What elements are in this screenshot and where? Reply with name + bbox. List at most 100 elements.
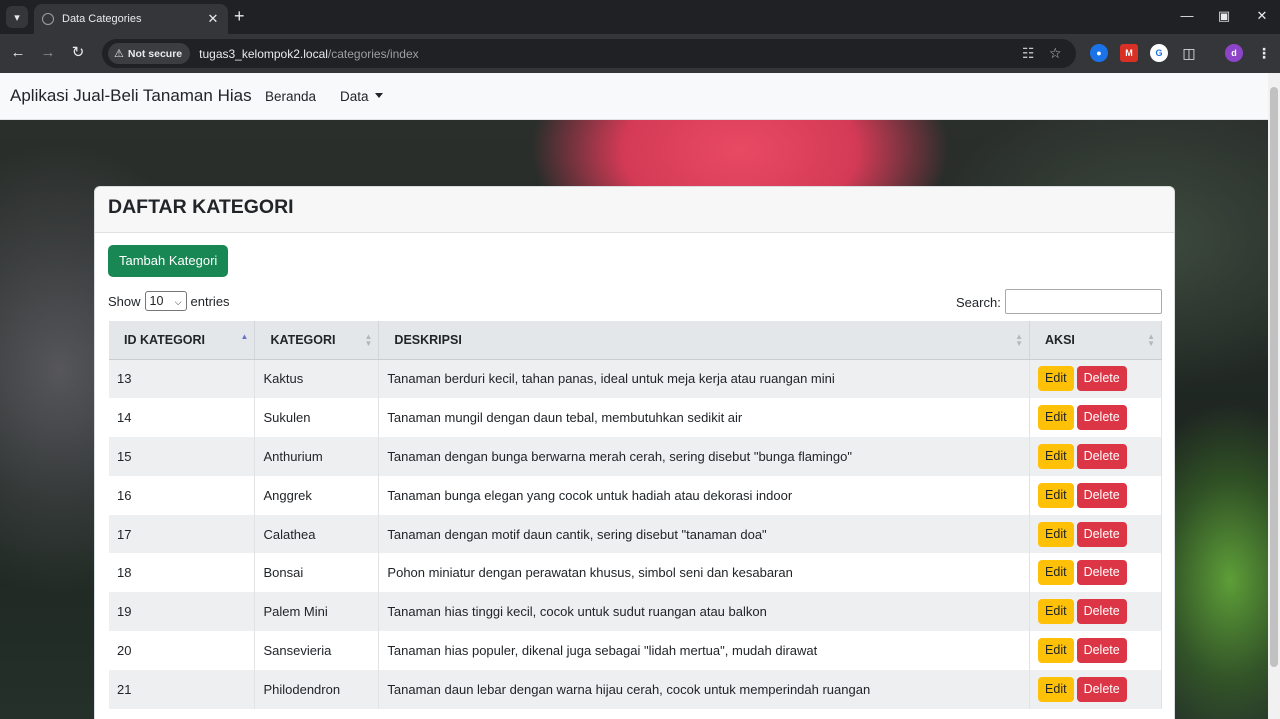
url-text[interactable]: tugas3_kelompok2.local/categories/index <box>199 47 418 61</box>
cell-kategori: Anthurium <box>254 436 380 476</box>
cell-aksi: Edit Delete <box>1029 631 1162 671</box>
globe-icon <box>42 13 54 25</box>
security-label: Not secure <box>127 47 183 60</box>
cell-aksi: Edit Delete <box>1029 592 1162 632</box>
cell-deskripsi: Pohon miniatur dengan perawatan khusus, … <box>378 553 1031 593</box>
cell-deskripsi: Tanaman dengan motif daun cantik, sering… <box>378 514 1031 554</box>
delete-button[interactable]: Delete <box>1076 560 1127 586</box>
table-row: 14 Sukulen Tanaman mungil dengan daun teba… <box>109 397 1162 437</box>
edit-button[interactable]: Edit <box>1038 443 1074 469</box>
warning-icon: ⚠ <box>114 48 124 60</box>
cell-aksi: Edit Delete <box>1029 514 1162 554</box>
maximize-icon[interactable]: ▣ <box>1214 8 1234 24</box>
search-input[interactable] <box>1005 289 1162 314</box>
security-chip[interactable]: ⚠ Not secure <box>108 43 191 64</box>
app-navbar: Aplikasi Jual-Beli Tanaman Hias Beranda … <box>0 73 1268 120</box>
close-tab-icon[interactable]: ✕ <box>206 11 220 27</box>
delete-button[interactable]: Delete <box>1076 366 1127 392</box>
extensions-puzzle-icon[interactable]: ◫ <box>1180 44 1198 62</box>
page-title: DAFTAR KATEGORI <box>108 196 294 218</box>
cell-id: 17 <box>109 514 256 554</box>
cell-kategori: Calathea <box>254 514 380 554</box>
translate-icon[interactable]: ☷ <box>1022 45 1035 62</box>
new-tab-icon[interactable]: + <box>234 7 245 25</box>
page-viewport: Aplikasi Jual-Beli Tanaman Hias Beranda … <box>0 73 1268 719</box>
table-header-row: ID KATEGORI ▲ KATEGORI ▲ ▼ DESKRIPSI ▲ ▼ AKSI… <box>109 321 1162 360</box>
bookmark-star-icon[interactable]: ☆ <box>1049 45 1062 62</box>
profile-avatar[interactable]: d <box>1225 44 1243 62</box>
delete-button[interactable]: Delete <box>1076 599 1127 625</box>
scrollbar-thumb[interactable] <box>1270 87 1278 667</box>
close-window-icon[interactable]: ✕ <box>1252 8 1272 24</box>
page-length-control: Show 10 ⌵ entries <box>108 291 230 311</box>
edit-button[interactable]: Edit <box>1038 599 1074 625</box>
delete-button[interactable]: Delete <box>1076 521 1127 547</box>
cell-id: 15 <box>109 436 256 476</box>
cell-id: 20 <box>109 631 256 671</box>
show-label: Show <box>108 293 141 309</box>
tab-title: Data Categories <box>62 13 142 25</box>
table-row: 20 Sansevieria Tanaman hias populer, diken… <box>109 631 1162 671</box>
cell-id: 14 <box>109 397 256 437</box>
edit-button[interactable]: Edit <box>1038 482 1074 508</box>
extension-google-icon[interactable]: G <box>1150 44 1168 62</box>
add-category-button[interactable]: Tambah Kategori <box>108 245 229 277</box>
extension-blue-icon[interactable]: ● <box>1090 44 1108 62</box>
cell-id: 19 <box>109 592 256 632</box>
edit-button[interactable]: Edit <box>1038 638 1074 664</box>
url-host: tugas3_kelompok2.local <box>199 46 328 61</box>
edit-button[interactable]: Edit <box>1038 677 1074 703</box>
column-header-kategori[interactable]: KATEGORI ▲ ▼ <box>254 321 380 360</box>
category-table: ID KATEGORI ▲ KATEGORI ▲ ▼ DESKRIPSI ▲ ▼ AKSI… <box>109 321 1162 710</box>
delete-button[interactable]: Delete <box>1076 482 1127 508</box>
column-header-aksi[interactable]: AKSI ▲ ▼ <box>1029 321 1162 360</box>
cell-aksi: Edit Delete <box>1029 475 1162 515</box>
delete-button[interactable]: Delete <box>1076 404 1127 430</box>
column-header-label: AKSI <box>1045 332 1075 347</box>
cell-deskripsi: Tanaman berduri kecil, tahan panas, idea… <box>378 359 1031 398</box>
cell-id: 21 <box>109 670 256 710</box>
cell-deskripsi: Tanaman mungil dengan daun tebal, membut… <box>378 397 1031 437</box>
cell-kategori: Anggrek <box>254 475 380 515</box>
table-row: 15 Anthurium Tanaman dengan bunga berwarna… <box>109 436 1162 476</box>
delete-button[interactable]: Delete <box>1076 638 1127 664</box>
delete-button[interactable]: Delete <box>1076 443 1127 469</box>
edit-button[interactable]: Edit <box>1038 366 1074 392</box>
url-path: /categories/index <box>327 46 419 61</box>
search-label: Search: <box>956 295 1001 310</box>
entries-label: entries <box>190 293 230 309</box>
table-row: 17 Calathea Tanaman dengan motif daun cant… <box>109 514 1162 554</box>
cell-aksi: Edit Delete <box>1029 553 1162 593</box>
column-header-label: DESKRIPSI <box>394 332 462 347</box>
navbar-brand[interactable]: Aplikasi Jual-Beli Tanaman Hias <box>10 86 252 106</box>
page-scrollbar[interactable] <box>1268 73 1280 719</box>
sort-asc-icon: ▲ <box>240 332 249 341</box>
chevron-down-icon: ⌵ <box>174 297 182 307</box>
column-header-deskripsi[interactable]: DESKRIPSI ▲ ▼ <box>378 321 1031 360</box>
card-header: DAFTAR KATEGORI <box>95 187 1174 233</box>
nav-link-beranda[interactable]: Beranda <box>265 89 316 104</box>
delete-button[interactable]: Delete <box>1076 677 1127 703</box>
back-icon[interactable]: ← <box>9 44 27 62</box>
address-bar[interactable]: ⚠ Not secure tugas3_kelompok2.local/cate… <box>102 39 1076 68</box>
reload-icon[interactable]: ↻ <box>69 44 87 62</box>
cell-deskripsi: Tanaman daun lebar dengan warna hijau ce… <box>378 670 1031 710</box>
entries-value: 10 <box>149 294 164 308</box>
browser-tab[interactable]: Data Categories ✕ <box>34 4 228 34</box>
edit-button[interactable]: Edit <box>1038 521 1074 547</box>
edit-button[interactable]: Edit <box>1038 560 1074 586</box>
nav-dropdown-data[interactable]: Data <box>340 89 383 104</box>
forward-icon[interactable]: → <box>39 44 57 62</box>
extension-red-icon[interactable]: M <box>1120 44 1138 62</box>
column-header-id[interactable]: ID KATEGORI ▲ <box>109 321 256 360</box>
edit-button[interactable]: Edit <box>1038 404 1074 430</box>
browser-tab-bar: ▾ Data Categories ✕ + — ▣ ✕ <box>0 0 1280 34</box>
browser-menu-icon[interactable]: ⋮ <box>1255 44 1273 62</box>
tab-search-icon[interactable]: ▾ <box>6 6 28 28</box>
cell-deskripsi: Tanaman dengan bunga berwarna merah cera… <box>378 436 1031 476</box>
cell-deskripsi: Tanaman bunga elegan yang cocok untuk ha… <box>378 475 1031 515</box>
table-row: 19 Palem Mini Tanaman hias tinggi kecil, c… <box>109 592 1162 632</box>
entries-select[interactable]: 10 ⌵ <box>144 291 187 311</box>
table-row: 13 Kaktus Tanaman berduri kecil, tahan pan… <box>109 359 1162 398</box>
minimize-icon[interactable]: — <box>1177 8 1197 23</box>
